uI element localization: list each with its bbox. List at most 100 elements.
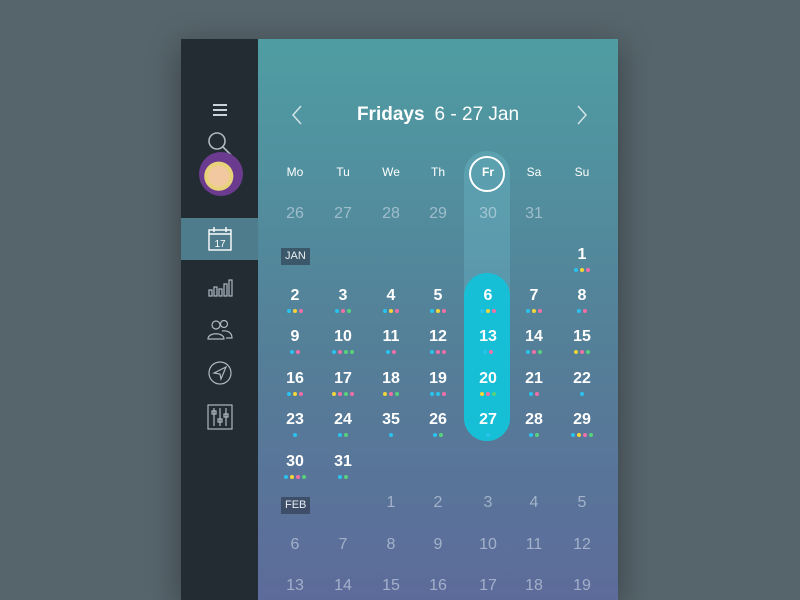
day-cell[interactable]: 2 <box>271 287 319 313</box>
event-dot <box>532 350 536 354</box>
weekday-su[interactable]: Su <box>558 165 606 179</box>
day-cell[interactable]: 4 <box>367 287 415 313</box>
event-dots <box>558 433 606 439</box>
day-cell[interactable]: 13 <box>464 328 512 354</box>
event-dots <box>510 392 558 398</box>
day-cell[interactable]: 30 <box>271 453 319 479</box>
weekday-fr[interactable]: Fr <box>464 165 512 179</box>
event-dot <box>574 268 578 272</box>
sidebar-item-calendar[interactable]: 17 <box>181 218 258 260</box>
day-cell[interactable]: 16 <box>271 370 319 396</box>
day-cell[interactable]: 31 <box>510 205 558 223</box>
day-number: 3 <box>483 494 493 511</box>
day-cell[interactable]: 7 <box>510 287 558 313</box>
sidebar-item-settings[interactable] <box>181 396 258 438</box>
day-cell[interactable]: 2 <box>414 494 462 512</box>
day-cell[interactable]: 14 <box>510 328 558 354</box>
day-cell[interactable]: 29 <box>414 205 462 223</box>
event-dot <box>395 392 399 396</box>
day-cell[interactable]: 23 <box>271 411 319 437</box>
day-number: 9 <box>290 328 300 345</box>
day-cell[interactable]: 19 <box>558 577 606 595</box>
day-cell[interactable]: 9 <box>271 328 319 354</box>
day-cell[interactable]: 24 <box>319 411 367 437</box>
event-dot <box>486 309 490 313</box>
day-cell[interactable]: 4 <box>510 494 558 512</box>
event-dot <box>344 433 348 437</box>
day-cell[interactable]: 9 <box>414 536 462 554</box>
event-dot <box>538 309 542 313</box>
weekday-tu[interactable]: Tu <box>319 165 367 179</box>
day-cell[interactable]: 18 <box>510 577 558 595</box>
sidebar-item-navigation[interactable] <box>181 352 258 394</box>
event-dots <box>271 433 319 439</box>
event-dots <box>271 350 319 356</box>
weekday-we[interactable]: We <box>367 165 415 179</box>
event-dot <box>526 350 530 354</box>
day-cell[interactable]: 22 <box>558 370 606 396</box>
day-cell[interactable]: 20 <box>464 370 512 396</box>
day-cell[interactable]: 15 <box>367 577 415 595</box>
day-cell[interactable]: 15 <box>558 328 606 354</box>
day-cell[interactable]: 21 <box>510 370 558 396</box>
day-number: 6 <box>483 287 493 304</box>
search-icon[interactable] <box>181 93 258 156</box>
day-cell[interactable]: 11 <box>510 536 558 554</box>
day-cell[interactable]: 19 <box>414 370 462 396</box>
day-cell[interactable]: 27 <box>319 205 367 223</box>
day-cell[interactable]: 3 <box>464 494 512 512</box>
month-tag-feb: FEB <box>281 497 311 514</box>
day-cell[interactable]: 13 <box>271 577 319 595</box>
day-cell[interactable]: 31 <box>319 453 367 479</box>
day-cell[interactable]: 27 <box>464 411 512 437</box>
event-dot <box>529 392 533 396</box>
day-cell[interactable]: 12 <box>558 536 606 554</box>
day-cell[interactable]: 35 <box>367 411 415 437</box>
day-cell[interactable]: 28 <box>510 411 558 437</box>
day-cell[interactable]: 17 <box>319 370 367 396</box>
weekday-mo[interactable]: Mo <box>271 165 319 179</box>
day-number: 17 <box>479 577 497 594</box>
day-cell[interactable]: 29 <box>558 411 606 437</box>
sidebar-item-users[interactable] <box>181 309 258 351</box>
day-cell[interactable]: 28 <box>367 205 415 223</box>
day-cell[interactable]: 6 <box>464 287 512 313</box>
day-cell[interactable]: 7 <box>319 536 367 554</box>
day-cell[interactable]: 26 <box>271 205 319 223</box>
day-cell[interactable]: 5 <box>558 494 606 512</box>
event-dot <box>577 309 581 313</box>
sidebar-item-stats[interactable] <box>181 267 258 309</box>
day-cell[interactable]: 8 <box>558 287 606 313</box>
weekday-sa[interactable]: Sa <box>510 165 558 179</box>
event-dot <box>538 350 542 354</box>
event-dot <box>480 309 484 313</box>
next-button[interactable] <box>567 99 597 131</box>
weekday-th[interactable]: Th <box>414 165 462 179</box>
day-cell[interactable]: 12 <box>414 328 462 354</box>
day-cell[interactable]: 8 <box>367 536 415 554</box>
day-cell[interactable]: 3 <box>319 287 367 313</box>
day-cell[interactable]: 1 <box>558 246 606 272</box>
day-cell[interactable]: 11 <box>367 328 415 354</box>
day-cell[interactable]: 18 <box>367 370 415 396</box>
event-dots <box>558 350 606 356</box>
avatar[interactable] <box>199 152 243 196</box>
day-number: 15 <box>382 577 400 594</box>
month-tag-jan: JAN <box>281 248 310 265</box>
day-cell[interactable]: 5 <box>414 287 462 313</box>
event-dot <box>580 268 584 272</box>
day-cell[interactable]: 14 <box>319 577 367 595</box>
event-dot <box>436 392 440 396</box>
day-cell[interactable]: 6 <box>271 536 319 554</box>
day-cell[interactable]: 26 <box>414 411 462 437</box>
day-cell[interactable]: 10 <box>319 328 367 354</box>
calendar-panel: Fridays 6 - 27 Jan Mo Tu We Th Fr Sa Su 26 27 28… <box>258 39 618 600</box>
event-dots <box>319 475 367 481</box>
event-dot <box>296 475 300 479</box>
day-cell[interactable]: 16 <box>414 577 462 595</box>
day-cell[interactable]: 17 <box>464 577 512 595</box>
day-cell[interactable]: 30 <box>464 205 512 223</box>
day-cell[interactable]: 1 <box>367 494 415 512</box>
day-cell[interactable]: 10 <box>464 536 512 554</box>
event-dot <box>293 433 297 437</box>
